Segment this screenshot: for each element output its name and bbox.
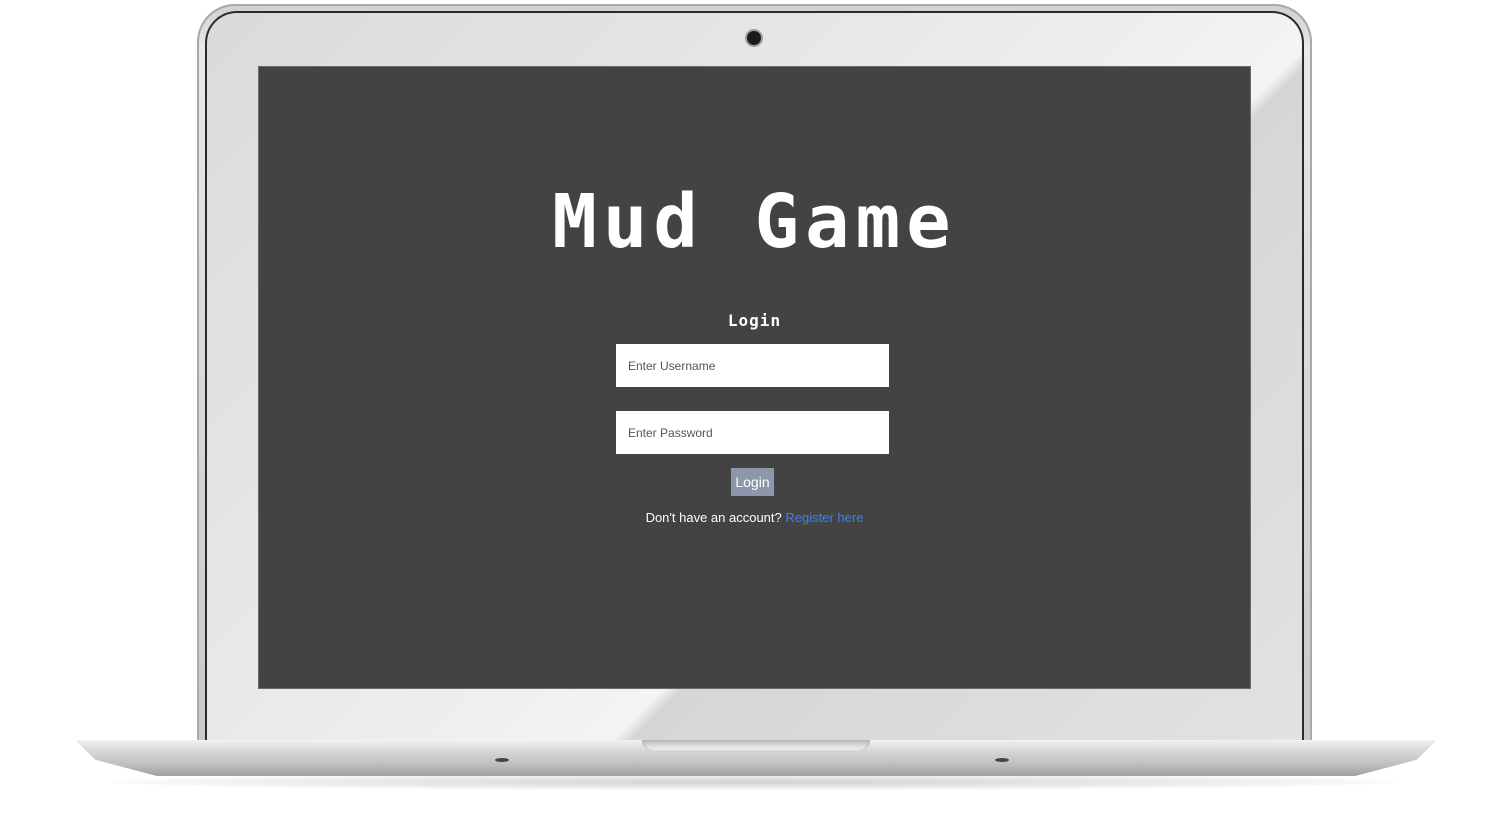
register-prompt-line: Don't have an account? Register here — [259, 510, 1250, 525]
lid-notch — [642, 740, 870, 752]
login-button[interactable]: Login — [731, 468, 774, 496]
username-input[interactable] — [616, 344, 889, 387]
laptop-foot-right — [995, 758, 1009, 762]
laptop-screen: Mud Game Login Login Don't have an accou… — [258, 66, 1251, 689]
game-title: Mud Game — [552, 179, 957, 265]
laptop-foot-left — [495, 758, 509, 762]
laptop-mockup: Mud Game Login Login Don't have an accou… — [0, 0, 1509, 815]
password-input[interactable] — [616, 411, 889, 454]
register-prompt-text: Don't have an account? — [645, 510, 782, 525]
login-heading: Login — [727, 311, 782, 330]
webcam-icon — [747, 31, 761, 45]
laptop-shadow — [110, 774, 1400, 790]
register-link[interactable]: Register here — [785, 510, 863, 525]
